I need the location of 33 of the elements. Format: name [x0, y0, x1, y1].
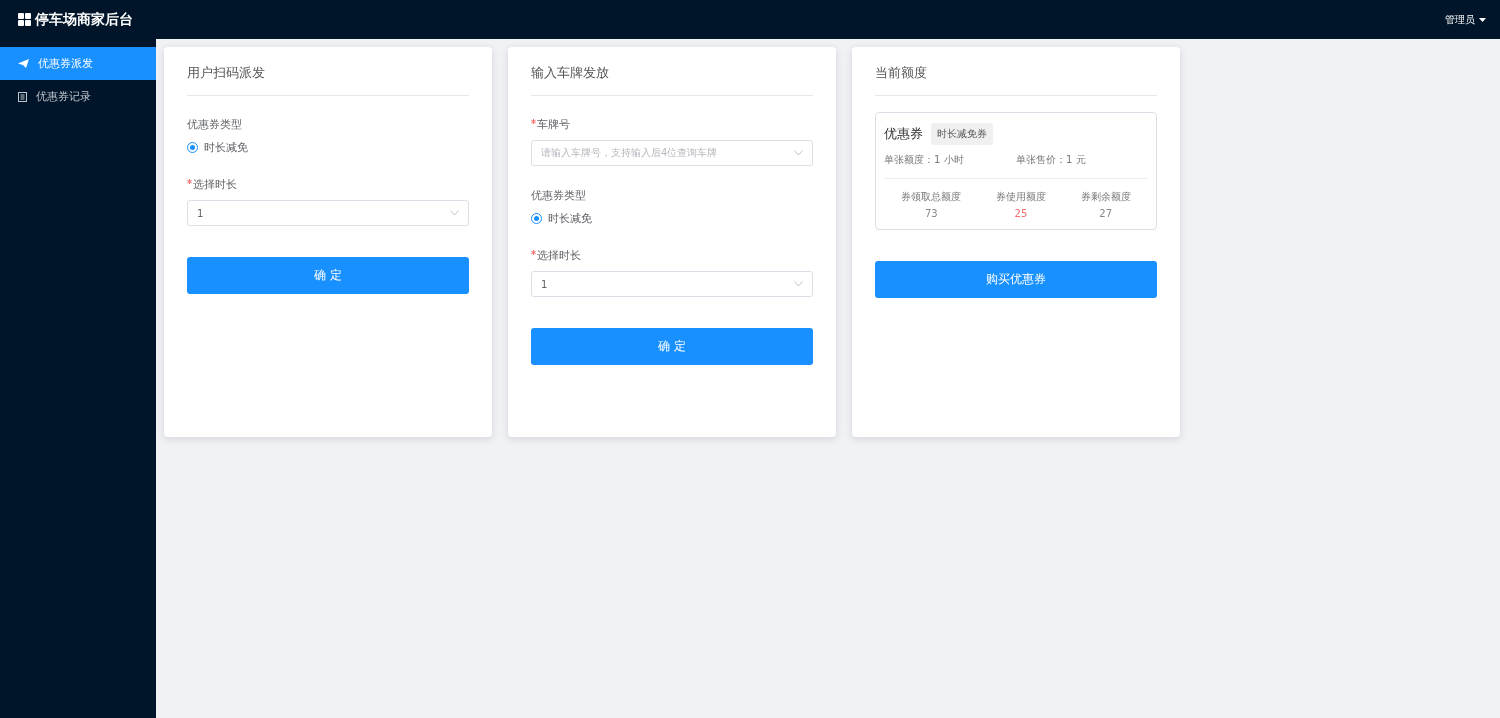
app-title: 停车场商家后台 — [35, 10, 133, 29]
stat-value: 25 — [1014, 208, 1028, 219]
stat-label: 券使用额度 — [996, 190, 1046, 204]
card-title: 用户扫码派发 — [187, 47, 469, 96]
stat-value: 27 — [1099, 208, 1112, 219]
card-title: 当前额度 — [875, 47, 1157, 96]
stat-value: 73 — [924, 208, 938, 219]
chevron-down-icon — [794, 281, 803, 287]
user-menu[interactable]: 管理员 — [1445, 12, 1486, 27]
chevron-down-icon — [450, 210, 459, 216]
field-label: 选择时长 — [537, 248, 581, 263]
stat-label: 券剩余额度 — [1080, 190, 1131, 204]
field-label: 选择时长 — [193, 177, 237, 192]
sidebar-item[interactable]: 优惠券记录 — [0, 80, 156, 113]
coupon-tag: 时长减免券 — [931, 123, 993, 145]
card-title: 输入车牌发放 — [531, 47, 813, 96]
document-icon — [18, 91, 27, 102]
radio-label[interactable]: 时长减免 — [204, 140, 248, 155]
caret-icon — [1479, 17, 1486, 22]
paper-plane-icon — [18, 59, 29, 68]
select-field[interactable]: 1 — [531, 271, 813, 297]
coupon-detail: 单张售价：1 元 — [1016, 153, 1087, 167]
grid-logo-icon — [18, 13, 31, 26]
stat-label: 券领取总额度 — [901, 190, 962, 204]
field-label: 优惠券类型 — [187, 117, 242, 132]
field-label: 车牌号 — [537, 117, 570, 132]
coupon-name: 优惠券 — [884, 125, 923, 143]
radio-label[interactable]: 时长减免 — [548, 211, 592, 226]
field-label: 优惠券类型 — [531, 188, 586, 203]
chevron-down-icon — [794, 150, 803, 156]
coupon-detail: 单张额度：1 小时 — [884, 153, 965, 167]
select-field[interactable]: 1 — [187, 200, 469, 226]
sidebar-item-label[interactable]: 优惠券记录 — [36, 89, 91, 104]
